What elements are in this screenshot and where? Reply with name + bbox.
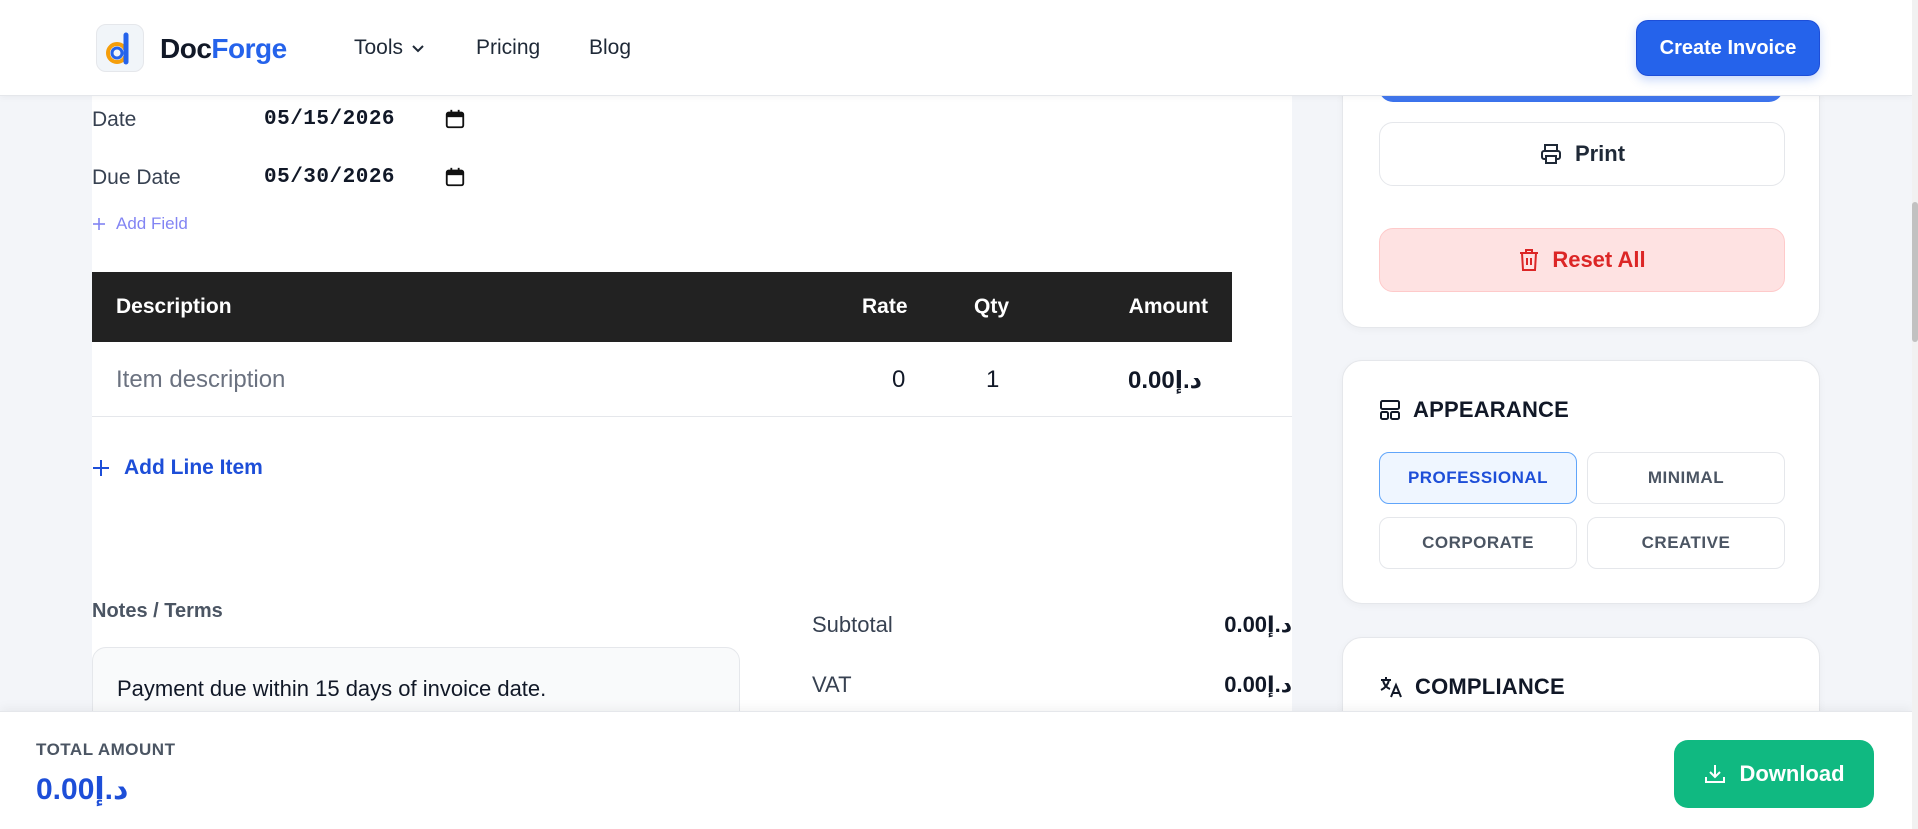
- col-description: Description: [116, 295, 232, 318]
- chevron-down-icon: [412, 45, 424, 53]
- col-rate: Rate: [862, 295, 908, 318]
- date-input[interactable]: 05/15/2026: [264, 108, 395, 131]
- total-amount-value: 0.00د.إ: [36, 773, 129, 806]
- create-invoice-button[interactable]: Create Invoice: [1636, 20, 1820, 76]
- nav-tools-label: Tools: [354, 36, 404, 59]
- download-button[interactable]: Download: [1674, 740, 1874, 808]
- item-description-input[interactable]: Item description: [116, 366, 285, 394]
- printer-icon: [1540, 144, 1561, 164]
- print-label: Print: [1574, 141, 1626, 166]
- appearance-title-text: APPEARANCE: [1413, 397, 1570, 422]
- col-amount: Amount: [1128, 295, 1208, 318]
- style-professional-button[interactable]: PROFESSIONAL: [1379, 452, 1577, 504]
- trash-icon: [1520, 249, 1539, 271]
- subtotal-label: Subtotal: [812, 612, 893, 637]
- docforge-logo-icon: [106, 32, 129, 65]
- item-rate-input[interactable]: 0: [892, 366, 905, 394]
- nav-pricing[interactable]: Pricing: [476, 36, 540, 60]
- reset-all-button[interactable]: Reset All: [1379, 228, 1785, 292]
- scrollbar-thumb[interactable]: [1912, 202, 1918, 342]
- vat-label: VAT: [812, 672, 852, 697]
- nav-tools[interactable]: Tools: [354, 36, 425, 60]
- line-items-header: Description Rate Qty Amount: [92, 272, 1232, 342]
- nav-blog[interactable]: Blog: [589, 36, 631, 60]
- notes-text: Payment due within 15 days of invoice da…: [117, 676, 547, 701]
- item-qty-input[interactable]: 1: [986, 366, 999, 394]
- compliance-title: COMPLIANCE: [1379, 674, 1565, 700]
- add-line-item-button[interactable]: Add Line Item: [92, 456, 263, 480]
- due-date-label: Due Date: [92, 166, 181, 189]
- brand-suffix: Forge: [211, 33, 287, 64]
- table-row: Item description 0 1 0.00د.إ: [92, 342, 1292, 417]
- total-footer-bar: TOTAL AMOUNT 0.00د.إ Download: [0, 711, 1912, 829]
- style-creative-button[interactable]: CREATIVE: [1587, 517, 1785, 569]
- add-field-label: Add Field: [116, 214, 188, 233]
- col-qty: Qty: [974, 295, 1010, 318]
- logo[interactable]: [96, 24, 144, 72]
- brand-prefix: Doc: [160, 33, 212, 64]
- total-amount-label: TOTAL AMOUNT: [36, 740, 176, 759]
- print-button[interactable]: Print: [1379, 122, 1785, 186]
- item-amount: 0.00د.إ: [1128, 367, 1202, 394]
- top-navbar: DocForge Tools Pricing Blog Create Invoi…: [0, 0, 1912, 96]
- download-label: Download: [1739, 761, 1845, 786]
- calendar-icon[interactable]: [444, 108, 466, 130]
- subtotal-value: 0.00د.إ: [1224, 612, 1292, 637]
- layout-icon: [1380, 400, 1400, 420]
- add-line-item-label: Add Line Item: [124, 456, 263, 479]
- due-date-input[interactable]: 05/30/2026: [264, 166, 395, 189]
- compliance-title-text: COMPLIANCE: [1415, 674, 1565, 699]
- calendar-icon[interactable]: [444, 166, 466, 188]
- plus-icon: [93, 460, 109, 476]
- notes-label: Notes / Terms: [92, 600, 223, 622]
- style-minimal-button[interactable]: MINIMAL: [1587, 452, 1785, 504]
- app-viewport: Date 05/15/2026 Due Date 05/30/2026 Add …: [0, 0, 1918, 829]
- appearance-title: APPEARANCE: [1379, 397, 1569, 423]
- appearance-card: APPEARANCE PROFESSIONAL MINIMAL CORPORAT…: [1342, 360, 1820, 604]
- date-label: Date: [92, 108, 137, 131]
- style-corporate-button[interactable]: CORPORATE: [1379, 517, 1577, 569]
- plus-icon: [93, 218, 105, 230]
- download-icon: [1705, 765, 1726, 783]
- brand-name[interactable]: DocForge: [160, 33, 287, 65]
- vat-value: 0.00د.إ: [1224, 672, 1292, 697]
- reset-label: Reset All: [1552, 247, 1646, 272]
- page-scrollbar[interactable]: [1912, 0, 1918, 829]
- add-field-button[interactable]: Add Field: [92, 214, 188, 234]
- translate-icon: [1380, 677, 1402, 698]
